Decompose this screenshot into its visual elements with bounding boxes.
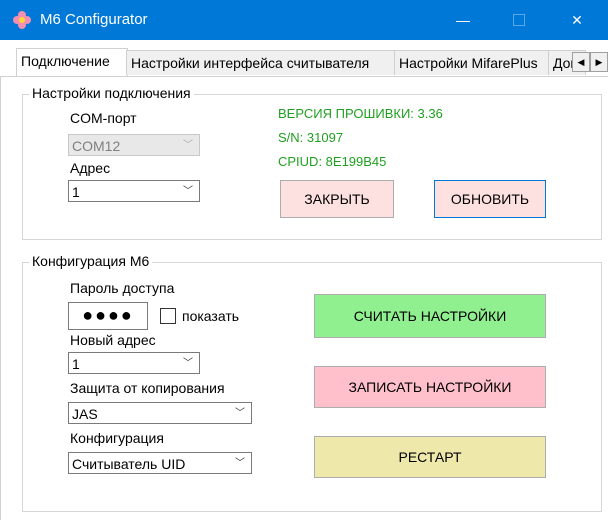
- flower-app-icon: [13, 11, 31, 29]
- firmware-version-text: ВЕРСИЯ ПРОШИВКИ: 3.36: [278, 106, 443, 121]
- chevron-down-icon: ﹀: [183, 358, 193, 369]
- address-value: 1: [72, 184, 80, 200]
- serial-number-text: S/N: 31097: [278, 130, 344, 145]
- copy-protection-select[interactable]: JAS ﹀: [68, 402, 252, 424]
- maximize-icon: [513, 14, 525, 26]
- copy-protection-value: JAS: [72, 406, 98, 422]
- configuration-value: Считыватель UID: [72, 456, 186, 472]
- minimize-icon: —: [456, 12, 470, 28]
- minimize-button[interactable]: —: [440, 0, 486, 40]
- write-settings-button[interactable]: ЗАПИСАТЬ НАСТРОЙКИ: [314, 366, 546, 408]
- close-connection-button[interactable]: ЗАКРЫТЬ: [280, 180, 394, 218]
- new-address-select[interactable]: 1 ﹀: [68, 352, 200, 374]
- password-input[interactable]: ●●●●: [68, 302, 148, 330]
- read-settings-button[interactable]: СЧИТАТЬ НАСТРОЙКИ: [314, 294, 546, 338]
- com-port-value: COM12: [72, 138, 121, 154]
- close-icon: ✕: [571, 11, 583, 28]
- tab-connection[interactable]: Подключение: [16, 48, 128, 76]
- cpuid-text: CPIUD: 8E199B45: [278, 154, 387, 169]
- new-address-label: Новый адрес: [70, 332, 156, 348]
- chevron-down-icon: ﹀: [235, 408, 245, 419]
- restart-button[interactable]: РЕСТАРТ: [314, 436, 546, 478]
- configuration-select[interactable]: Считыватель UID ﹀: [68, 452, 252, 474]
- close-window-button[interactable]: ✕: [554, 0, 600, 40]
- chevron-down-icon: ﹀: [183, 186, 193, 197]
- com-port-label: COM-порт: [70, 110, 137, 126]
- m6-config-legend: Конфигурация M6: [29, 253, 153, 269]
- tab-scroll-left-button[interactable]: ◀: [572, 52, 590, 72]
- tab-strip: Подключение Настройки интерфейса считыва…: [0, 40, 608, 77]
- tab-scroll-right-button[interactable]: ▶: [590, 52, 608, 72]
- arrow-left-icon: ◀: [577, 57, 585, 67]
- show-password-label: показать: [182, 308, 240, 324]
- window-title: M6 Configurator: [40, 11, 148, 28]
- com-port-select[interactable]: COM12 ﹀: [68, 134, 200, 156]
- tab-mifareplus[interactable]: Настройки MifarePlus: [394, 50, 552, 75]
- show-password-checkbox[interactable]: [160, 308, 176, 324]
- password-label: Пароль доступа: [70, 280, 175, 296]
- address-select[interactable]: 1 ﹀: [68, 180, 200, 202]
- chevron-down-icon: ﹀: [235, 458, 245, 469]
- copy-protection-label: Защита от копирования: [70, 380, 225, 396]
- tab-page-border: [0, 76, 1, 520]
- tab-reader-interface[interactable]: Настройки интерфейса считывателя: [126, 50, 398, 75]
- refresh-button[interactable]: ОБНОВИТЬ: [434, 180, 546, 218]
- new-address-value: 1: [72, 356, 80, 372]
- chevron-down-icon: ﹀: [183, 140, 193, 151]
- connection-settings-legend: Настройки подключения: [29, 85, 194, 101]
- maximize-button[interactable]: [496, 0, 542, 40]
- arrow-right-icon: ▶: [595, 57, 603, 67]
- configuration-label: Конфигурация: [70, 430, 164, 446]
- address-label: Адрес: [70, 160, 111, 176]
- title-bar: M6 Configurator — ✕: [0, 0, 608, 40]
